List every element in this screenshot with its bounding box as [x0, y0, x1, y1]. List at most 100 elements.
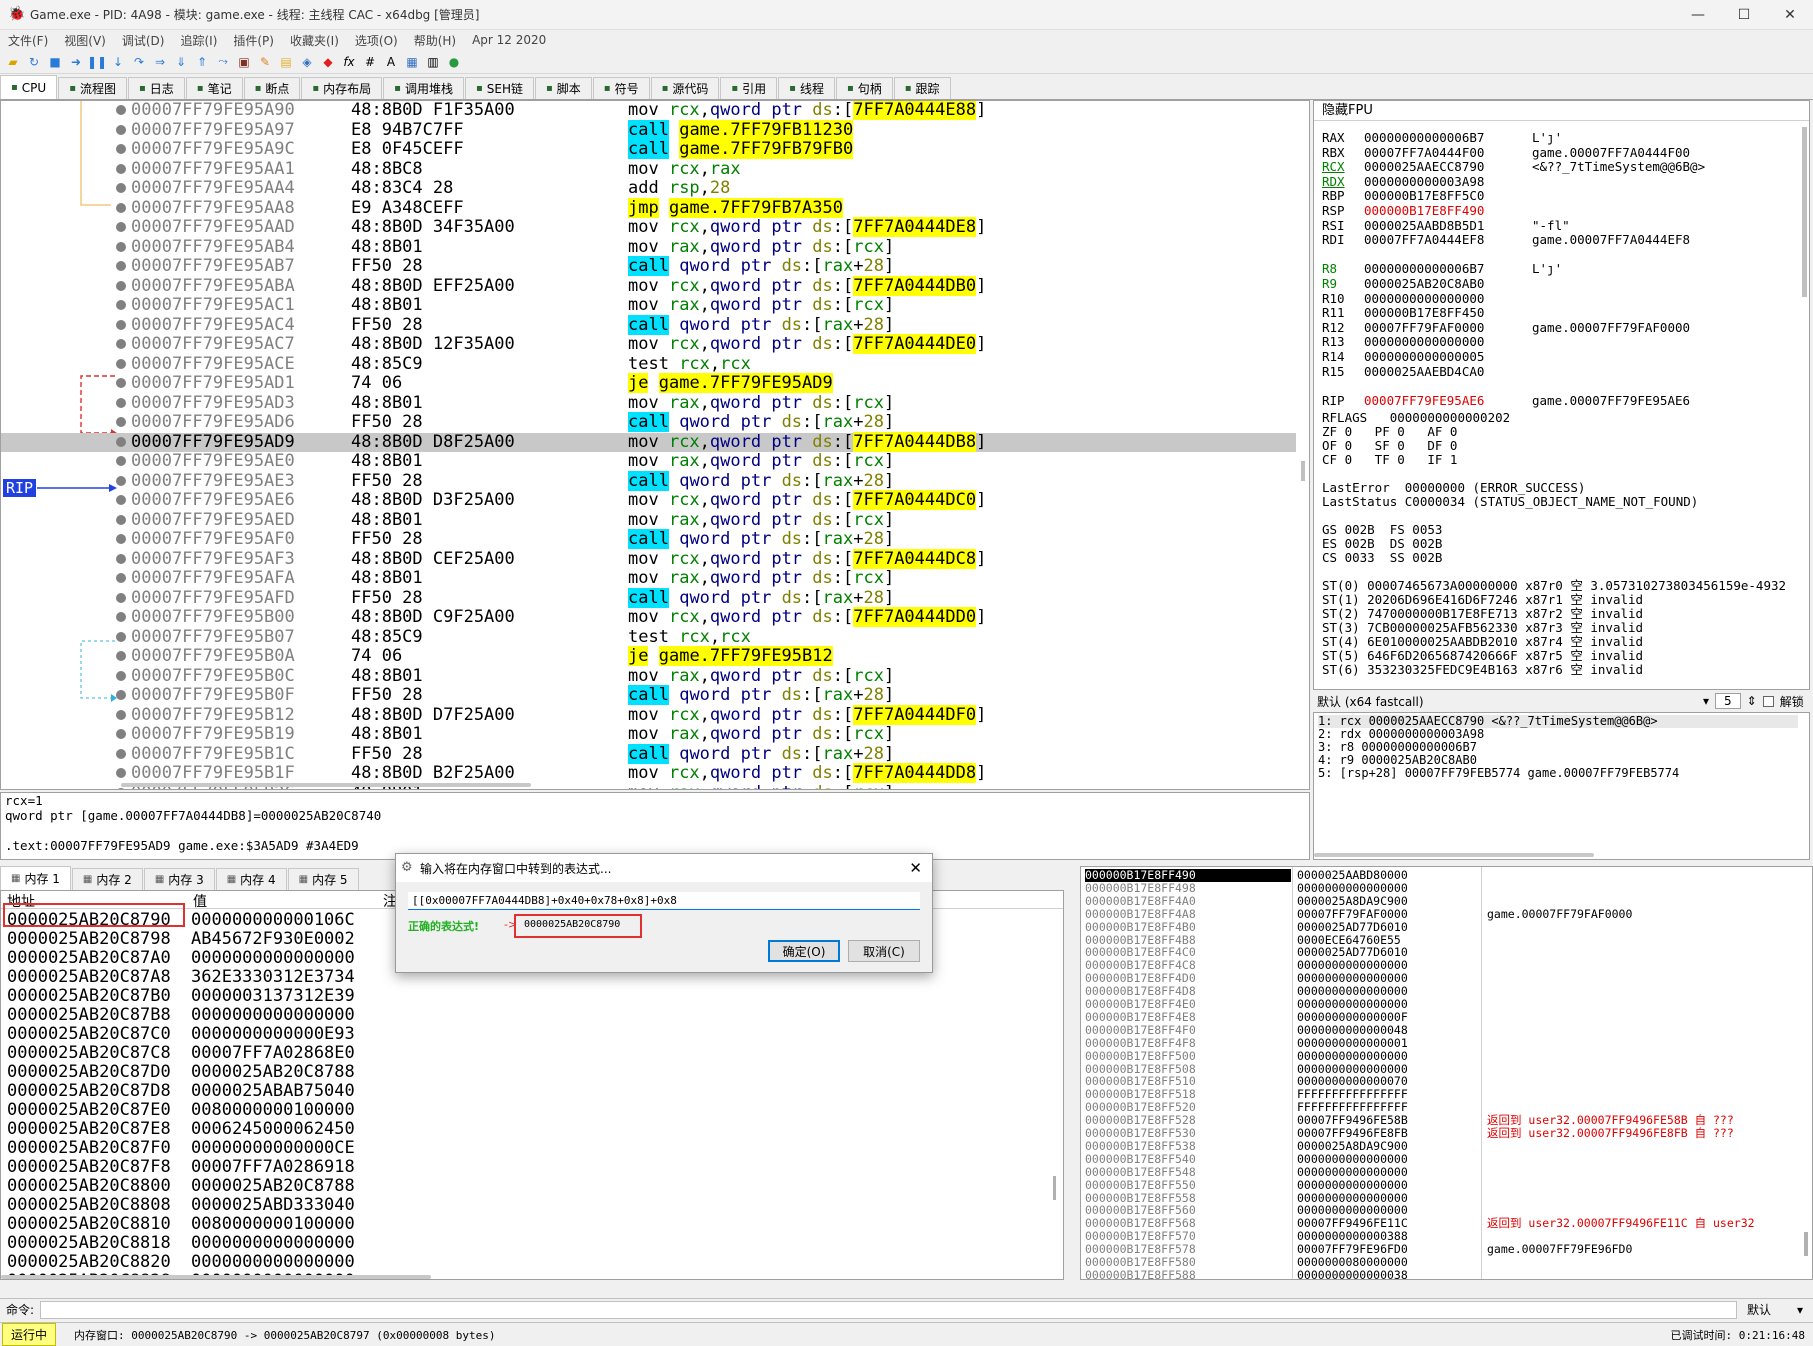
stack-address[interactable]: 000000B17E8FF548 [1085, 1165, 1291, 1179]
disasm-row[interactable]: 00007FF79FE95AB4 48:8B01 mov rax,qword ptr… [1, 237, 1296, 257]
stack-address[interactable]: 000000B17E8FF588 [1085, 1268, 1291, 1279]
dump-address[interactable]: 0000025AB20C87F8 [7, 1158, 171, 1177]
breakpoint-dot-icon[interactable] [116, 124, 126, 135]
args-h-scrollbar[interactable] [1314, 853, 1594, 857]
tab-11[interactable]: ▪ 引用 [720, 77, 778, 99]
disasm-row[interactable]: 00007FF79FE95AD3 48:8B01 mov rax,qword ptr… [1, 393, 1296, 413]
stack-address[interactable]: 000000B17E8FF4E0 [1085, 998, 1291, 1011]
flag-line[interactable]: CS 0033 SS 002B [1322, 551, 1442, 565]
disasm-row[interactable]: 00007FF79FE95ABA 48:8B0D EFF25A00 mov rcx,… [1, 275, 1296, 296]
stack-address[interactable]: 000000B17E8FF4B0 [1085, 920, 1291, 934]
disasm-row[interactable]: 00007FF79FE95B1C FF50 28 call qword ptr ds… [1, 743, 1296, 764]
register-name[interactable]: R15 [1322, 364, 1345, 379]
arg-count-spinner-icon[interactable]: ⇕ [1747, 694, 1757, 708]
register-value[interactable]: 000000B17E8FF450 [1364, 306, 1484, 320]
disasm-row[interactable]: 00007FF79FE95B12 48:8B0D D7F25A00 mov rcx,… [1, 704, 1296, 725]
breakpoint-dot-icon[interactable] [116, 397, 126, 408]
register-value[interactable]: 0000025AB20C8AB0 [1364, 277, 1484, 291]
tab-6[interactable]: ▪ 调用堆栈 [383, 77, 464, 99]
breakpoint-dot-icon[interactable] [116, 378, 126, 388]
breakpoint-dot-icon[interactable] [116, 339, 126, 349]
dialog-close-icon[interactable]: ✕ [909, 859, 922, 877]
execute-till-return-icon[interactable]: ⇑ [193, 53, 211, 71]
disasm-row[interactable]: 00007FF79FE95AE6 48:8B0D D3F25A00 mov rcx,… [1, 490, 1296, 510]
tab-9[interactable]: ▪ 符号 [592, 77, 650, 99]
patch-icon[interactable]: ✎ [256, 53, 274, 71]
register-value[interactable]: 0000000000000005 [1364, 350, 1484, 364]
breakpoint-dot-icon[interactable] [116, 768, 126, 778]
breakpoint-dot-icon[interactable] [116, 241, 126, 252]
disasm-row[interactable]: 00007FF79FE95AFD FF50 28 call qword ptr ds… [1, 587, 1296, 608]
stack-value[interactable]: 00007FF9496FE8FB [1297, 1127, 1477, 1140]
flag-line[interactable]: CF 0 TF 0 IF 1 [1322, 453, 1457, 467]
breakpoint-dot-icon[interactable] [116, 592, 126, 603]
breakpoint-dot-icon[interactable] [116, 436, 126, 447]
tab-4[interactable]: ▪ 断点 [243, 77, 301, 99]
dump-value[interactable]: 0000000000000000 [191, 1253, 355, 1272]
menu-item[interactable]: 插件(P) [225, 32, 282, 49]
stack-address[interactable]: 000000B17E8FF4F8 [1085, 1036, 1291, 1050]
font-icon[interactable]: A [382, 53, 400, 71]
stack-value[interactable]: 0000025AD77D6010 [1297, 920, 1477, 934]
regs-v-scrollbar[interactable] [1802, 127, 1807, 297]
dump-address[interactable]: 0000025AB20C87D8 [7, 1082, 171, 1101]
disasm-row[interactable]: 00007FF79FE95AC7 48:8B0D 12F35A00 mov rcx,… [1, 334, 1296, 354]
tab-1[interactable]: ▪ 流程图 [58, 77, 127, 99]
dump-value[interactable]: 00000000000000CE [191, 1139, 355, 1158]
disasm-row[interactable]: 00007FF79FE95B19 48:8B01 mov rax,qword ptr… [1, 725, 1296, 744]
flag-line[interactable]: RFLAGS 0000000000000202 [1322, 411, 1510, 425]
step-into-icon[interactable]: ↓ [109, 53, 127, 71]
registers-panel[interactable]: 隐藏FPU RAX 00000000000006B7 L'ȷ' RBX 00007FF7… [1313, 100, 1810, 690]
register-name[interactable]: RIP [1322, 393, 1345, 408]
stack-address[interactable]: 000000B17E8FF500 [1085, 1049, 1291, 1063]
dump-value[interactable]: 0080000000100000 [191, 1215, 355, 1234]
callconv-select[interactable]: 默认 (x64 fastcall) [1317, 693, 1697, 710]
tab-0[interactable]: ▪ CPU [0, 75, 58, 99]
register-name[interactable]: R11 [1322, 306, 1345, 320]
memory-tab-1[interactable]: ▦ 内存 1 [0, 866, 71, 890]
dump-address[interactable]: 0000025AB20C8810 [7, 1215, 171, 1234]
stack-address[interactable]: 000000B17E8FF4A8 [1085, 907, 1291, 921]
dump-value[interactable]: 362E3330312E3734 [191, 968, 355, 987]
dump-value[interactable]: 0000025AB20C8788 [191, 1177, 355, 1196]
command-input[interactable] [40, 1300, 1737, 1319]
dump-address[interactable]: 0000025AB20C87F0 [7, 1139, 171, 1158]
breakpoint-dot-icon[interactable] [116, 573, 126, 583]
expression-input[interactable]: [[0x00007FF7A0444DB8]+0x40+0x78+0x8]+0x8 [408, 892, 920, 910]
scylla-icon[interactable]: ▣ [235, 53, 253, 71]
command-mode-select[interactable]: 默认 [1747, 1301, 1797, 1318]
hide-fpu-toggle[interactable]: 隐藏FPU [1314, 101, 1809, 121]
restart-icon[interactable]: ↻ [25, 53, 43, 71]
dump-address[interactable]: 0000025AB20C87A0 [7, 949, 171, 968]
flag-line[interactable]: ZF 0 PF 0 AF 0 [1322, 425, 1457, 439]
maximize-button[interactable]: ☐ [1721, 0, 1767, 30]
menu-item[interactable]: 追踪(I) [172, 32, 225, 49]
memory-tab-4[interactable]: ▦ 内存 4 [215, 868, 287, 890]
flag-line[interactable]: ST(5) 646F6D2065687420666F x87r5 空 inval… [1322, 649, 1643, 663]
stack-address[interactable]: 000000B17E8FF4F0 [1085, 1023, 1291, 1037]
dump-address[interactable]: 0000025AB20C87A8 [7, 968, 171, 987]
disasm-row[interactable]: 00007FF79FE95AAD 48:8B0D 34F35A00 mov rcx,… [1, 217, 1296, 237]
step-over-icon[interactable]: ↷ [130, 53, 148, 71]
register-name[interactable]: R14 [1322, 350, 1345, 364]
disasm-row[interactable]: 00007FF79FE95AA8 E9 A348CEFF jmp game.7FF7… [1, 197, 1296, 218]
dump-value[interactable]: 0000003137312E39 [191, 987, 355, 1006]
menu-item[interactable]: 调试(D) [114, 32, 173, 49]
register-value[interactable]: 0000000000003A98 [1364, 174, 1484, 189]
breakpoint-dot-icon[interactable] [116, 729, 126, 739]
flag-line[interactable]: ES 002B DS 002B [1322, 537, 1442, 551]
globe-icon[interactable]: ● [445, 53, 463, 71]
disasm-row[interactable]: 00007FF79FE95A9C E8 0F45CEFF call game.7FF… [1, 139, 1296, 159]
stack-address[interactable]: 000000B17E8FF530 [1085, 1127, 1291, 1140]
stack-value[interactable]: 0000000000000038 [1297, 1268, 1477, 1279]
dump-value[interactable]: 0000025ABD333040 [191, 1196, 355, 1215]
breakpoint-dot-icon[interactable] [116, 670, 126, 681]
run-icon[interactable]: ➜ [67, 53, 85, 71]
breakpoint-dot-icon[interactable] [116, 651, 126, 661]
breakpoint-dot-icon[interactable] [116, 163, 126, 174]
disasm-row[interactable]: 00007FF79FE95AC4 FF50 28 call qword ptr ds… [1, 314, 1296, 335]
register-value[interactable]: 00007FF7A0444F00 [1364, 145, 1484, 160]
memory-tab-5[interactable]: ▦ 内存 5 [287, 868, 359, 890]
dump-v-scrollbar[interactable] [1053, 1176, 1056, 1200]
disasm-row[interactable]: 00007FF79FE95AFA 48:8B01 mov rax,qword ptr… [1, 569, 1296, 588]
